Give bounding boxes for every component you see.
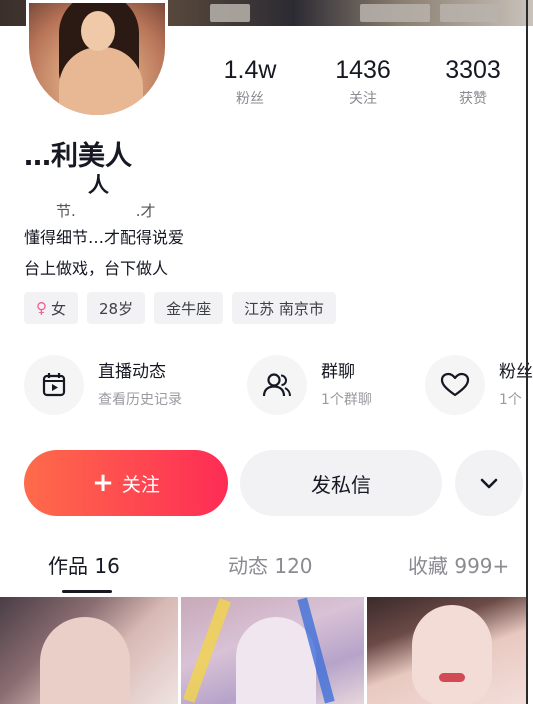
thumbnail-decor: [439, 673, 465, 682]
feature-title: 直播动态: [98, 362, 166, 382]
follow-button[interactable]: + 关注: [24, 450, 228, 516]
stat-label: 获赞: [459, 91, 487, 107]
bio-line: 懂得细节…才配得说爱: [24, 228, 185, 247]
tag-gender: ♀ 女: [24, 292, 79, 324]
feature-live-history[interactable]: 直播动态 查看历史记录: [24, 352, 182, 418]
tab-indicator: [62, 590, 112, 593]
stat-label: 关注: [349, 91, 377, 107]
stat-followers[interactable]: 1.4w 粉丝: [205, 56, 295, 108]
avatar-face: [81, 11, 115, 51]
cover-decor: [210, 4, 250, 22]
video-thumbnail[interactable]: [181, 597, 364, 704]
stat-following[interactable]: 1436 关注: [318, 56, 408, 108]
group-icon: [247, 355, 307, 415]
feature-subtitle: 查看历史记录: [98, 392, 182, 408]
tag-age: 28岁: [87, 292, 146, 324]
heart-icon: [425, 355, 485, 415]
stat-value: 3303: [445, 56, 501, 84]
calendar-play-icon: [24, 355, 84, 415]
cover-decor: [440, 4, 500, 22]
stat-value: 1436: [335, 56, 391, 84]
feature-subtitle: 1个群聊: [321, 392, 372, 408]
profile-ghost-text: 节. .才: [56, 202, 156, 220]
video-thumbnail[interactable]: [0, 597, 178, 704]
tag-gender-label: 女: [51, 299, 67, 318]
tab-works[interactable]: 作品 16: [48, 552, 120, 580]
tab-updates[interactable]: 动态 120: [228, 552, 313, 580]
tag-location: 江苏 南京市: [232, 292, 336, 324]
feature-title: 群聊: [321, 362, 355, 382]
tag-zodiac: 金牛座: [154, 292, 224, 324]
cover-decor: [360, 4, 430, 22]
tab-favorites[interactable]: 收藏 999+: [408, 552, 509, 580]
more-button[interactable]: [455, 450, 523, 516]
plus-icon: +: [92, 468, 114, 498]
feature-group-chat[interactable]: 群聊 1个群聊: [247, 352, 372, 418]
bio-line: 台上做戏，台下做人: [24, 259, 169, 278]
stat-label: 粉丝: [236, 91, 264, 107]
avatar-body: [59, 47, 143, 115]
profile-tags: ♀ 女 28岁 金牛座 江苏 南京市: [24, 292, 336, 324]
feature-fans-group[interactable]: 粉丝 1个: [425, 352, 533, 418]
thumbnail-figure: [40, 617, 130, 704]
message-button[interactable]: 发私信: [240, 450, 442, 516]
thumbnail-decor: [183, 598, 231, 703]
thumbnail-figure: [412, 605, 492, 704]
stat-likes[interactable]: 3303 获赞: [428, 56, 518, 108]
follow-label: 关注: [121, 473, 160, 496]
female-icon: ♀: [36, 299, 47, 317]
chevron-down-icon: [480, 478, 498, 489]
thumbnail-figure: [236, 617, 316, 704]
profile-name-overflow: 人: [88, 173, 109, 197]
screen-edge: [526, 0, 528, 704]
stat-value: 1.4w: [223, 56, 277, 84]
profile-name: …利美人: [24, 141, 132, 172]
video-thumbnail[interactable]: [367, 597, 527, 704]
